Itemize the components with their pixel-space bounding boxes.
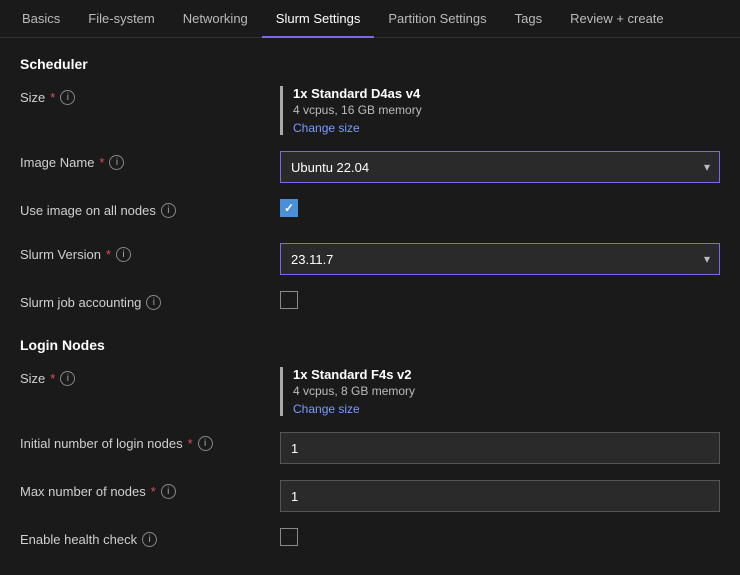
tab-networking[interactable]: Networking <box>169 0 262 38</box>
slurm-version-label: Slurm Version * i <box>20 243 280 262</box>
login-change-size-link[interactable]: Change size <box>293 402 360 416</box>
image-name-select[interactable]: Ubuntu 22.04 Ubuntu 20.04 CentOS 7 <box>280 151 720 183</box>
slurm-version-select[interactable]: 23.11.7 23.10.0 22.05.9 <box>280 243 720 275</box>
slurm-version-dropdown-wrapper: 23.11.7 23.10.0 22.05.9 ▾ <box>280 243 720 275</box>
health-check-checkbox[interactable] <box>280 528 298 546</box>
slurm-accounting-info-icon[interactable]: i <box>146 295 161 310</box>
slurm-accounting-checkbox[interactable] <box>280 291 298 309</box>
main-content: Scheduler Size * i 1x Standard D4as v4 4… <box>0 38 740 575</box>
image-name-control: Ubuntu 22.04 Ubuntu 20.04 CentOS 7 ▾ <box>280 151 720 183</box>
initial-nodes-control <box>280 432 720 464</box>
scheduler-size-detail: 4 vcpus, 16 GB memory <box>293 103 720 117</box>
scheduler-size-required: * <box>50 90 55 105</box>
image-name-dropdown-wrapper: Ubuntu 22.04 Ubuntu 20.04 CentOS 7 ▾ <box>280 151 720 183</box>
scheduler-size-label: Size * i <box>20 86 280 105</box>
slurm-version-required: * <box>106 247 111 262</box>
scheduler-size-info-icon[interactable]: i <box>60 90 75 105</box>
tab-review[interactable]: Review + create <box>556 0 678 38</box>
login-size-row: Size * i 1x Standard F4s v2 4 vcpus, 8 G… <box>20 367 720 416</box>
use-image-control <box>280 199 720 217</box>
login-size-label: Size * i <box>20 367 280 386</box>
login-size-value: 1x Standard F4s v2 4 vcpus, 8 GB memory … <box>280 367 720 416</box>
initial-nodes-input[interactable] <box>280 432 720 464</box>
max-nodes-info-icon[interactable]: i <box>161 484 176 499</box>
login-size-required: * <box>50 371 55 386</box>
scheduler-change-size-link[interactable]: Change size <box>293 121 360 135</box>
login-size-name: 1x Standard F4s v2 <box>293 367 720 382</box>
image-name-info-icon[interactable]: i <box>109 155 124 170</box>
scheduler-size-block: 1x Standard D4as v4 4 vcpus, 16 GB memor… <box>280 86 720 135</box>
scheduler-section-title: Scheduler <box>20 56 720 72</box>
slurm-accounting-row: Slurm job accounting i <box>20 291 720 319</box>
max-nodes-label: Max number of nodes * i <box>20 480 280 499</box>
tab-navigation: Basics File-system Networking Slurm Sett… <box>0 0 740 38</box>
login-size-block: 1x Standard F4s v2 4 vcpus, 8 GB memory … <box>280 367 720 416</box>
use-image-info-icon[interactable]: i <box>161 203 176 218</box>
tab-slurm[interactable]: Slurm Settings <box>262 0 375 38</box>
slurm-version-row: Slurm Version * i 23.11.7 23.10.0 22.05.… <box>20 243 720 275</box>
slurm-accounting-label: Slurm job accounting i <box>20 291 280 310</box>
scheduler-size-row: Size * i 1x Standard D4as v4 4 vcpus, 16… <box>20 86 720 135</box>
tab-tags[interactable]: Tags <box>501 0 556 38</box>
scheduler-size-value: 1x Standard D4as v4 4 vcpus, 16 GB memor… <box>280 86 720 135</box>
image-name-label: Image Name * i <box>20 151 280 170</box>
initial-nodes-info-icon[interactable]: i <box>198 436 213 451</box>
health-check-label: Enable health check i <box>20 528 280 547</box>
scheduler-size-name: 1x Standard D4as v4 <box>293 86 720 101</box>
login-size-info-icon[interactable]: i <box>60 371 75 386</box>
use-image-checkbox[interactable] <box>280 199 298 217</box>
tab-partition[interactable]: Partition Settings <box>374 0 500 38</box>
login-size-detail: 4 vcpus, 8 GB memory <box>293 384 720 398</box>
slurm-version-info-icon[interactable]: i <box>116 247 131 262</box>
image-name-required: * <box>99 155 104 170</box>
tab-basics[interactable]: Basics <box>8 0 74 38</box>
max-nodes-control <box>280 480 720 512</box>
initial-nodes-required: * <box>188 436 193 451</box>
slurm-version-control: 23.11.7 23.10.0 22.05.9 ▾ <box>280 243 720 275</box>
use-image-label: Use image on all nodes i <box>20 199 280 218</box>
health-check-control <box>280 528 720 546</box>
max-nodes-input[interactable] <box>280 480 720 512</box>
max-nodes-required: * <box>151 484 156 499</box>
initial-nodes-label: Initial number of login nodes * i <box>20 432 280 451</box>
health-check-row: Enable health check i <box>20 528 720 556</box>
health-check-info-icon[interactable]: i <box>142 532 157 547</box>
use-image-row: Use image on all nodes i <box>20 199 720 227</box>
slurm-accounting-control <box>280 291 720 309</box>
image-name-row: Image Name * i Ubuntu 22.04 Ubuntu 20.04… <box>20 151 720 183</box>
tab-filesystem[interactable]: File-system <box>74 0 168 38</box>
max-nodes-row: Max number of nodes * i <box>20 480 720 512</box>
login-nodes-section-title: Login Nodes <box>20 337 720 353</box>
initial-nodes-row: Initial number of login nodes * i <box>20 432 720 464</box>
